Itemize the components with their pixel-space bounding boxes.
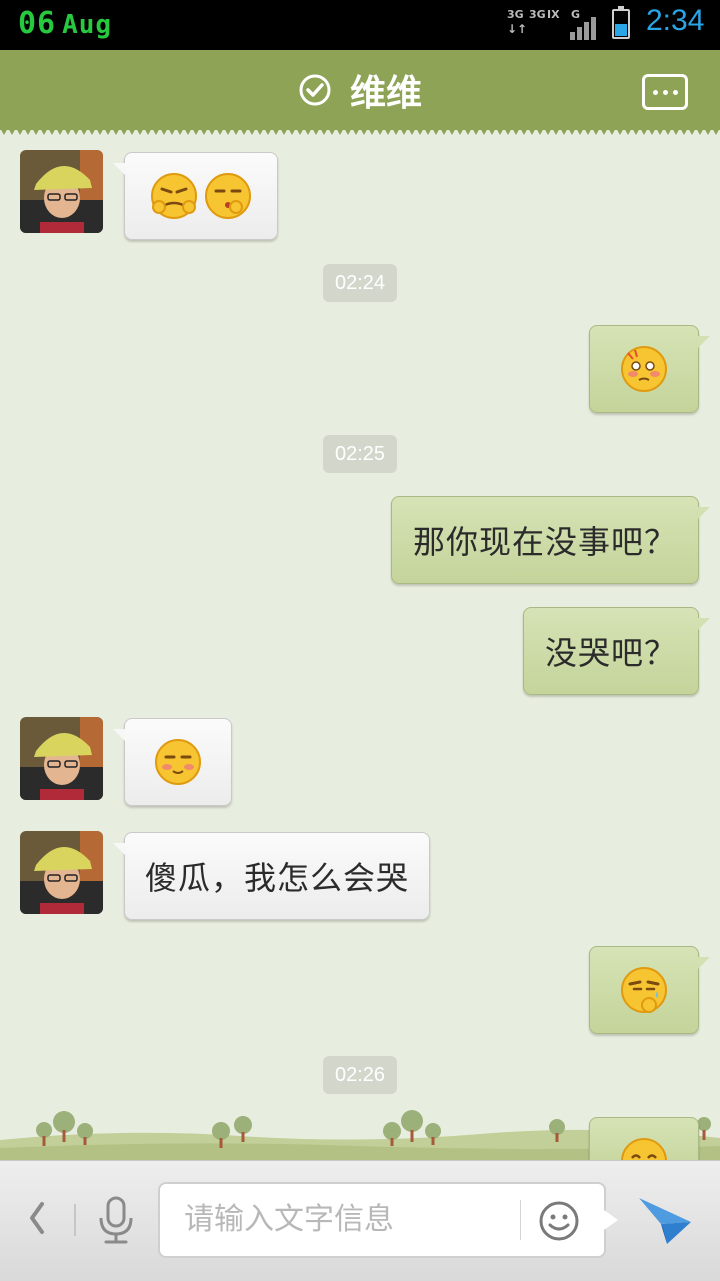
message-timestamp: 02:25 [323, 435, 397, 473]
status-date-day: 06 [18, 6, 57, 41]
emoji-sleepy-icon [205, 173, 251, 219]
contact-avatar[interactable] [20, 717, 103, 800]
chat-title-area: 维维 [0, 50, 720, 130]
message-text: 傻瓜，我怎么会哭 [144, 860, 409, 896]
message-timestamp: 02:24 [323, 264, 397, 302]
avatar-photo [20, 717, 103, 800]
divider [520, 1200, 521, 1240]
network-label: IX [547, 8, 560, 21]
message-bubble-outgoing[interactable] [589, 325, 710, 413]
message-bubble-outgoing[interactable] [589, 946, 710, 1034]
network-label: 3G [507, 8, 524, 21]
contact-avatar[interactable] [20, 150, 103, 233]
more-dots-icon [672, 89, 678, 95]
message-bubble-outgoing[interactable]: 那你现在没事吧？ [391, 496, 710, 584]
emoji-smug-icon [151, 173, 197, 219]
status-date: 06 Aug [18, 6, 112, 41]
battery-icon [612, 6, 630, 39]
input-placeholder: 请输入文字信息 [184, 1203, 394, 1236]
message-text: 没哭吧？ [544, 635, 677, 671]
message-timestamp: 02:26 [323, 1056, 397, 1094]
message-bubble-incoming[interactable]: 傻瓜，我怎么会哭 [113, 832, 430, 920]
check-circle-icon [299, 74, 331, 106]
emoji-blush-icon [621, 346, 667, 392]
divider [74, 1204, 76, 1236]
data-arrows-icon: ↓↑ [507, 22, 528, 36]
chevron-left-icon[interactable] [24, 1198, 48, 1238]
message-text: 那你现在没事吧？ [412, 524, 677, 560]
more-dots-icon [662, 89, 668, 95]
microphone-icon[interactable] [96, 1196, 136, 1246]
status-date-month: Aug [62, 10, 113, 40]
status-time: 2:34 [646, 4, 705, 37]
contact-avatar[interactable] [20, 831, 103, 914]
message-bubble-incoming[interactable] [113, 152, 278, 240]
more-dots-icon [652, 89, 658, 95]
message-bubble-incoming[interactable] [113, 718, 232, 806]
emoji-shy-smile-icon [155, 739, 201, 785]
avatar-photo [20, 150, 103, 233]
battery-level [615, 24, 627, 36]
chat-title: 维维 [349, 73, 422, 114]
signal-bars-icon [570, 14, 602, 40]
avatar-photo [20, 831, 103, 914]
smiley-icon[interactable] [538, 1200, 580, 1242]
paper-plane-icon[interactable] [637, 1194, 693, 1246]
message-bubble-outgoing[interactable]: 没哭吧？ [523, 607, 710, 695]
network-label: 3G [529, 8, 546, 21]
emoji-thinking-icon [621, 967, 667, 1013]
status-bar: 06 Aug 3G 3G IX G ↓↑ 2:34 [0, 0, 720, 50]
more-options-button[interactable] [642, 74, 688, 110]
